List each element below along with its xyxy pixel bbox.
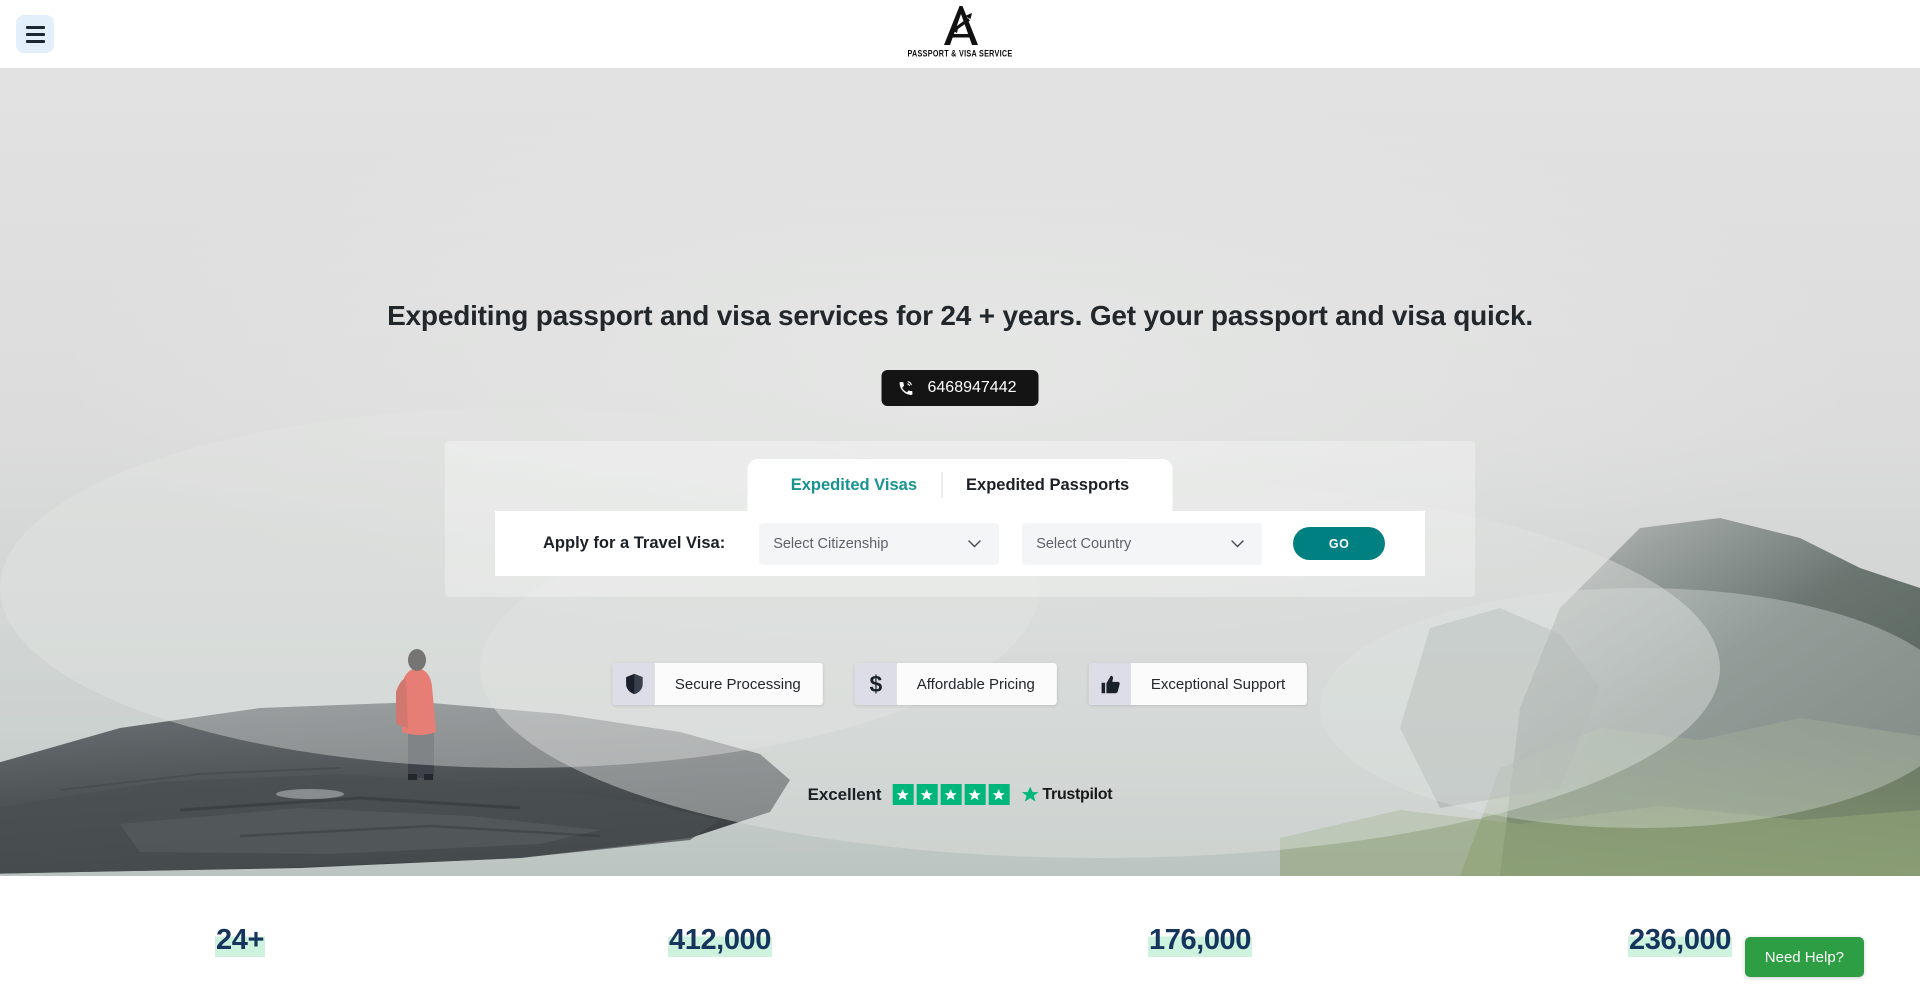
shield-icon [612, 663, 655, 705]
trustpilot-brand-label: Trustpilot [1042, 785, 1113, 803]
star-icon [940, 784, 962, 805]
badge-secure-processing[interactable]: Secure Processing [612, 663, 823, 705]
badge-label: Exceptional Support [1150, 675, 1286, 693]
star-icon [964, 784, 986, 805]
trustpilot-stars [892, 784, 1010, 805]
feature-badges: Secure Processing $ Affordable Pricing E… [612, 663, 1308, 705]
phone-call-button[interactable]: 6468947442 [881, 370, 1039, 406]
hamburger-bar [25, 32, 45, 36]
badge-affordable-pricing[interactable]: $ Affordable Pricing [854, 663, 1057, 705]
thumbs-up-icon [1088, 663, 1131, 705]
stats-row: 24+ 412,000 176,000 236,000 [0, 924, 1920, 957]
stat-item: 24+ [0, 924, 480, 957]
stat-value: 24+ [215, 924, 265, 957]
phone-number-label: 6468947442 [927, 379, 1017, 396]
visa-search-form: Apply for a Travel Visa: Select Citizens… [495, 511, 1425, 576]
search-tabs: Expedited Visas Expedited Passports [747, 459, 1173, 511]
trustpilot-rating-word: Excellent [807, 784, 882, 804]
star-icon [892, 784, 914, 805]
stat-item: 412,000 [480, 924, 960, 957]
dollar-sign-icon: $ [854, 663, 897, 705]
tab-expedited-passports[interactable]: Expedited Passports [942, 476, 1153, 495]
ringing-phone-icon [899, 380, 913, 395]
country-select[interactable]: Select Country [1022, 522, 1263, 565]
trustpilot-star-icon [1021, 786, 1039, 802]
star-icon [916, 784, 938, 805]
stat-item: 176,000 [960, 924, 1440, 957]
go-submit-button[interactable]: GO [1293, 527, 1386, 560]
tab-expedited-visas[interactable]: Expedited Visas [767, 476, 941, 495]
stat-value: 236,000 [1627, 924, 1733, 957]
badge-label: Secure Processing [674, 675, 801, 693]
citizenship-select[interactable]: Select Citizenship [759, 522, 1000, 565]
hamburger-bar [25, 25, 45, 29]
hero-section: Expediting passport and visa services fo… [0, 68, 1920, 876]
country-placeholder: Select Country [1036, 535, 1132, 552]
page-title: Expediting passport and visa services fo… [387, 300, 1533, 331]
star-icon [988, 784, 1010, 805]
citizenship-placeholder: Select Citizenship [773, 535, 889, 552]
stats-section: 24+ 412,000 176,000 236,000 [0, 876, 1920, 993]
badge-exceptional-support[interactable]: Exceptional Support [1088, 663, 1308, 705]
form-label: Apply for a Travel Visa: [543, 534, 726, 552]
stat-value: 412,000 [667, 924, 773, 957]
site-logo[interactable]: PASSPORT & VISA SERVICE [880, 4, 1040, 60]
top-navigation-bar: PASSPORT & VISA SERVICE [0, 0, 1920, 68]
logo-a-plane-icon [944, 6, 978, 45]
logo-tagline: PASSPORT & VISA SERVICE [907, 47, 1013, 60]
stat-value: 176,000 [1147, 924, 1253, 957]
chevron-down-icon [1231, 539, 1244, 547]
badge-label: Affordable Pricing [916, 675, 1035, 693]
trustpilot-logo: Trustpilot [1020, 785, 1113, 804]
hamburger-bar [25, 39, 45, 43]
svg-text:$: $ [869, 672, 882, 696]
trustpilot-widget[interactable]: Excellent Trustpilot [808, 784, 1113, 805]
chevron-down-icon [968, 539, 981, 547]
hamburger-menu-icon[interactable] [16, 15, 54, 53]
need-help-button[interactable]: Need Help? [1744, 937, 1864, 977]
